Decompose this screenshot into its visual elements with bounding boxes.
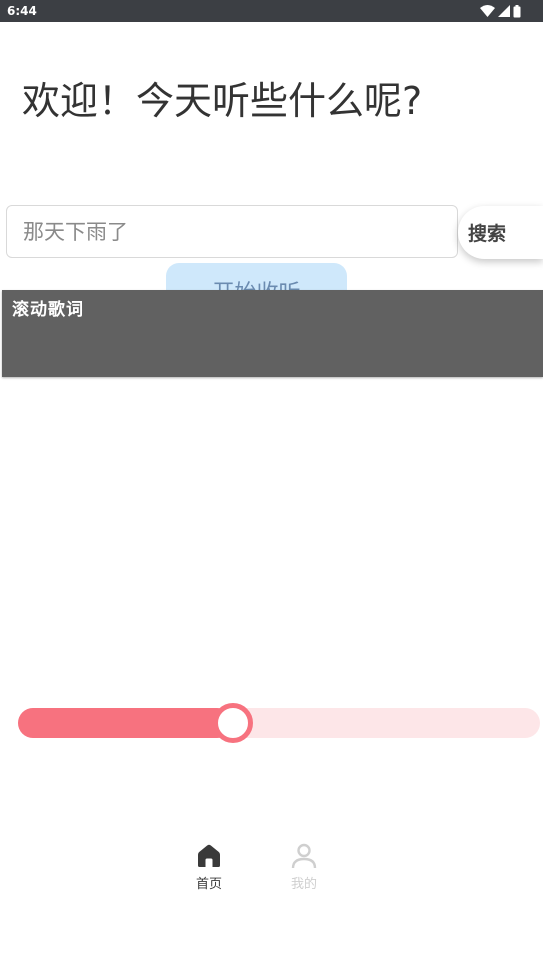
battery-icon — [513, 4, 521, 17]
search-button[interactable]: 搜索 — [458, 206, 543, 259]
person-icon — [291, 843, 317, 869]
wifi-icon — [480, 5, 495, 17]
scrolling-lyrics-panel[interactable]: 滚动歌词 — [2, 290, 543, 377]
status-time: 6:44 — [7, 4, 37, 18]
progress-slider-track[interactable] — [18, 703, 540, 743]
tab-mine-label: 我的 — [290, 877, 317, 892]
bottom-tab-bar: 首页 我的 — [0, 838, 543, 908]
tab-mine[interactable]: 我的 — [274, 842, 334, 902]
scrolling-lyrics-title: 滚动歌词 — [12, 300, 84, 320]
status-bar: 6:44 — [0, 0, 543, 22]
status-icons — [480, 3, 521, 19]
search-input[interactable] — [6, 205, 458, 258]
tab-home[interactable]: 首页 — [179, 842, 239, 902]
tab-home-label: 首页 — [195, 877, 222, 892]
home-icon — [198, 844, 220, 867]
signal-icon — [498, 5, 510, 17]
progress-slider-thumb[interactable] — [213, 703, 254, 743]
page-title: 欢迎！今天听些什么呢? — [22, 79, 423, 123]
progress-slider-fill — [18, 708, 233, 738]
